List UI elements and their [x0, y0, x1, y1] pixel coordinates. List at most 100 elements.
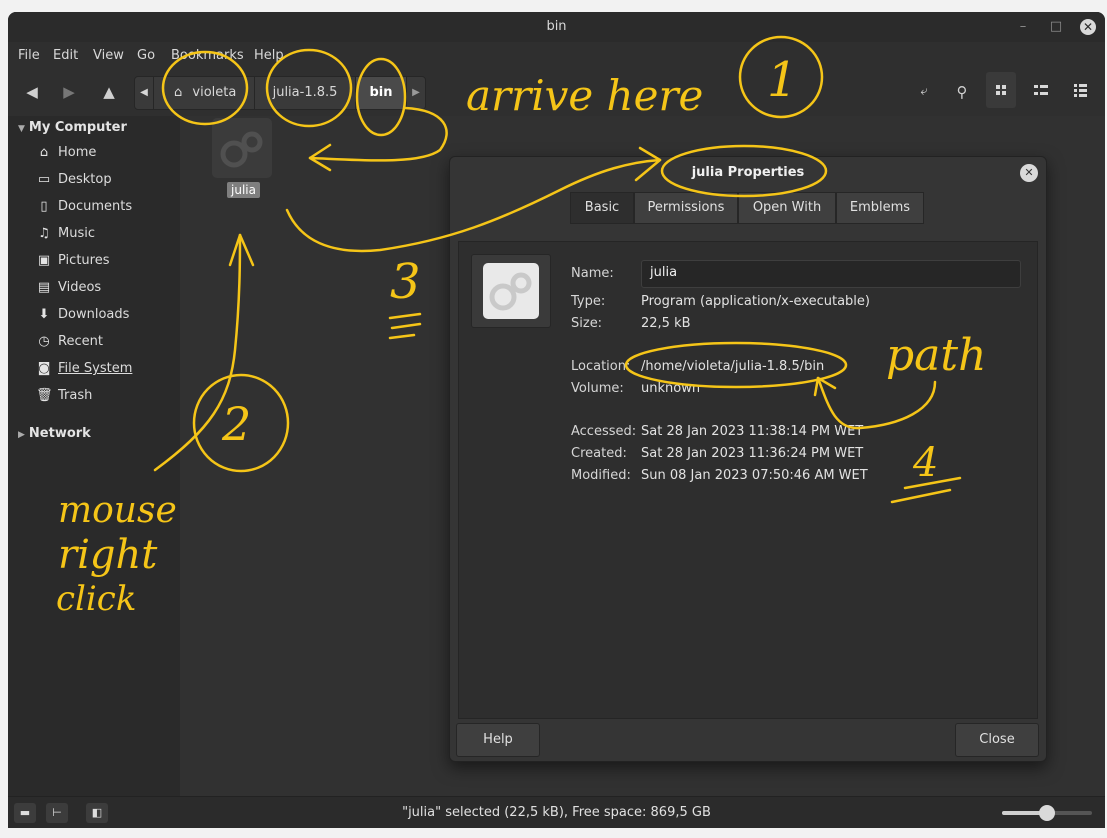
status-bar: ▬ ⊢ ◧ "julia" selected (22,5 kB), Free s… — [8, 796, 1105, 828]
sidebar-item-pictures[interactable]: ▣ Pictures — [36, 250, 110, 272]
search-icon[interactable]: ⚲ — [952, 82, 972, 102]
maximize-icon[interactable]: □ — [1048, 19, 1064, 35]
sidebar-item-music[interactable]: ♫ Music — [36, 223, 95, 245]
name-field[interactable]: julia — [641, 260, 1021, 288]
music-icon: ♫ — [38, 226, 50, 241]
list-view-button[interactable] — [1026, 72, 1056, 108]
close-button[interactable]: Close — [955, 723, 1039, 757]
sidebar-item-label: Desktop — [58, 172, 112, 187]
help-button[interactable]: Help — [456, 723, 540, 757]
tab-permissions[interactable]: Permissions — [634, 192, 738, 224]
file-icon-button[interactable] — [471, 254, 551, 328]
sidebar-item-label: Videos — [58, 280, 102, 295]
sidebar-section-network[interactable]: ▶ Network — [18, 426, 91, 441]
breadcrumb: ◀ ⌂ violeta julia-1.8.5 bin ▶ — [134, 76, 426, 110]
sidebar-section-label: My Computer — [28, 120, 127, 135]
volume-label: Volume: — [571, 381, 624, 396]
breadcrumb-left-icon[interactable]: ◀ — [135, 77, 154, 109]
video-icon: ▤ — [37, 280, 51, 295]
status-text: "julia" selected (22,5 kB), Free space: … — [402, 805, 711, 820]
name-label: Name: — [571, 266, 614, 281]
compact-icon — [1074, 84, 1087, 97]
location-toggle-icon[interactable]: ⤶ — [914, 82, 934, 102]
created-label: Created: — [571, 446, 627, 461]
sidebar-item-desktop[interactable]: ▭ Desktop — [36, 169, 112, 191]
menu-file[interactable]: File — [18, 48, 40, 63]
sidebar-item-label: Music — [58, 226, 95, 241]
sidebar-item-label: Documents — [58, 199, 133, 214]
forward-icon[interactable]: ▶ — [59, 82, 79, 102]
modified-value: Sun 08 Jan 2023 07:50:46 AM WET — [641, 468, 868, 483]
list-icon — [1034, 85, 1048, 95]
menu-help[interactable]: Help — [254, 48, 284, 63]
tab-basic[interactable]: Basic — [570, 192, 634, 224]
accessed-value: Sat 28 Jan 2023 11:38:14 PM WET — [641, 424, 864, 439]
document-icon: ▯ — [40, 199, 48, 214]
breadcrumb-violeta[interactable]: ⌂ violeta — [154, 77, 255, 109]
menu-edit[interactable]: Edit — [53, 48, 78, 63]
sidebar-item-documents[interactable]: ▯ Documents — [36, 196, 132, 218]
zoom-slider[interactable] — [1002, 805, 1092, 821]
sidebar-section-my-computer[interactable]: ▼ My Computer — [18, 120, 127, 135]
properties-dialog: julia Properties ✕ Basic Permissions Ope… — [449, 156, 1047, 762]
tab-open-with[interactable]: Open With — [738, 192, 836, 224]
modified-label: Modified: — [571, 468, 631, 483]
size-label: Size: — [571, 316, 603, 331]
menu-go[interactable]: Go — [137, 48, 155, 63]
expander-right-icon: ▶ — [18, 430, 25, 440]
tab-emblems[interactable]: Emblems — [836, 192, 924, 224]
breadcrumb-bin[interactable]: bin — [356, 77, 407, 109]
up-icon[interactable]: ▲ — [99, 82, 119, 102]
toolbar: ◀ ▶ ▲ ◀ ⌂ violeta julia-1.8.5 bin ▶ ⤶ ⚲ — [8, 72, 1105, 112]
size-value: 22,5 kB — [641, 316, 691, 331]
sidebar-item-recent[interactable]: ◷ Recent — [36, 331, 103, 353]
title-bar: bin – □ ✕ — [8, 12, 1105, 42]
back-icon[interactable]: ◀ — [22, 82, 42, 102]
expander-down-icon: ▼ — [18, 124, 25, 134]
window-title: bin — [546, 19, 567, 34]
volume-value: unknown — [641, 381, 701, 396]
breadcrumb-violeta-label: violeta — [192, 85, 237, 100]
pictures-icon: ▣ — [37, 253, 51, 268]
grid-icon — [996, 85, 1006, 95]
desktop-icon: ▭ — [37, 172, 51, 187]
menu-bookmarks[interactable]: Bookmarks — [171, 48, 244, 63]
sidebar-item-home[interactable]: ⌂ Home — [36, 142, 97, 164]
dialog-title: julia Properties — [691, 165, 805, 180]
sidebar-item-label: File System — [58, 361, 133, 376]
home-icon: ⌂ — [39, 145, 49, 160]
menu-view[interactable]: View — [93, 48, 124, 63]
created-value: Sat 28 Jan 2023 11:36:24 PM WET — [641, 446, 864, 461]
drive-icon: ◙ — [37, 361, 51, 376]
sidebar-item-label: Downloads — [58, 307, 130, 322]
basic-panel: Name: julia Type: Program (application/x… — [458, 241, 1038, 719]
sidebar-item-label: Trash — [58, 388, 93, 403]
clock-icon: ◷ — [38, 334, 50, 349]
breadcrumb-right-icon[interactable]: ▶ — [407, 77, 425, 109]
sidebar-item-file-system[interactable]: ◙ File System — [36, 358, 133, 380]
compact-view-button[interactable] — [1065, 72, 1095, 108]
file-julia-icon[interactable] — [212, 118, 272, 178]
zoom-slider-knob[interactable] — [1039, 805, 1055, 821]
sidebar-item-label: Home — [58, 145, 97, 160]
gear-icon — [220, 131, 263, 168]
sidebar-item-downloads[interactable]: ⬇ Downloads — [36, 304, 130, 326]
gear-icon — [483, 263, 539, 319]
minimize-icon[interactable]: – — [1015, 19, 1031, 35]
sidebar: ▼ My Computer ⌂ Home ▭ Desktop ▯ Documents ♫… — [8, 116, 180, 796]
sidebar-item-videos[interactable]: ▤ Videos — [36, 277, 101, 299]
name-field-value: julia — [650, 265, 678, 280]
sidebar-item-label: Pictures — [58, 253, 110, 268]
type-value: Program (application/x-executable) — [641, 294, 870, 309]
dialog-close-icon[interactable]: ✕ — [1020, 164, 1038, 182]
type-label: Type: — [571, 294, 606, 309]
home-icon: ⌂ — [174, 85, 183, 100]
menu-bar: File Edit View Go Bookmarks Help — [8, 44, 1105, 68]
close-icon[interactable]: ✕ — [1080, 19, 1096, 35]
icon-view-button[interactable] — [986, 72, 1016, 108]
sidebar-item-trash[interactable]: 🗑 Trash — [36, 385, 92, 407]
accessed-label: Accessed: — [571, 424, 637, 439]
breadcrumb-julia[interactable]: julia-1.8.5 — [255, 77, 356, 109]
file-julia-label[interactable]: julia — [227, 182, 260, 198]
trash-icon: 🗑 — [36, 388, 53, 403]
